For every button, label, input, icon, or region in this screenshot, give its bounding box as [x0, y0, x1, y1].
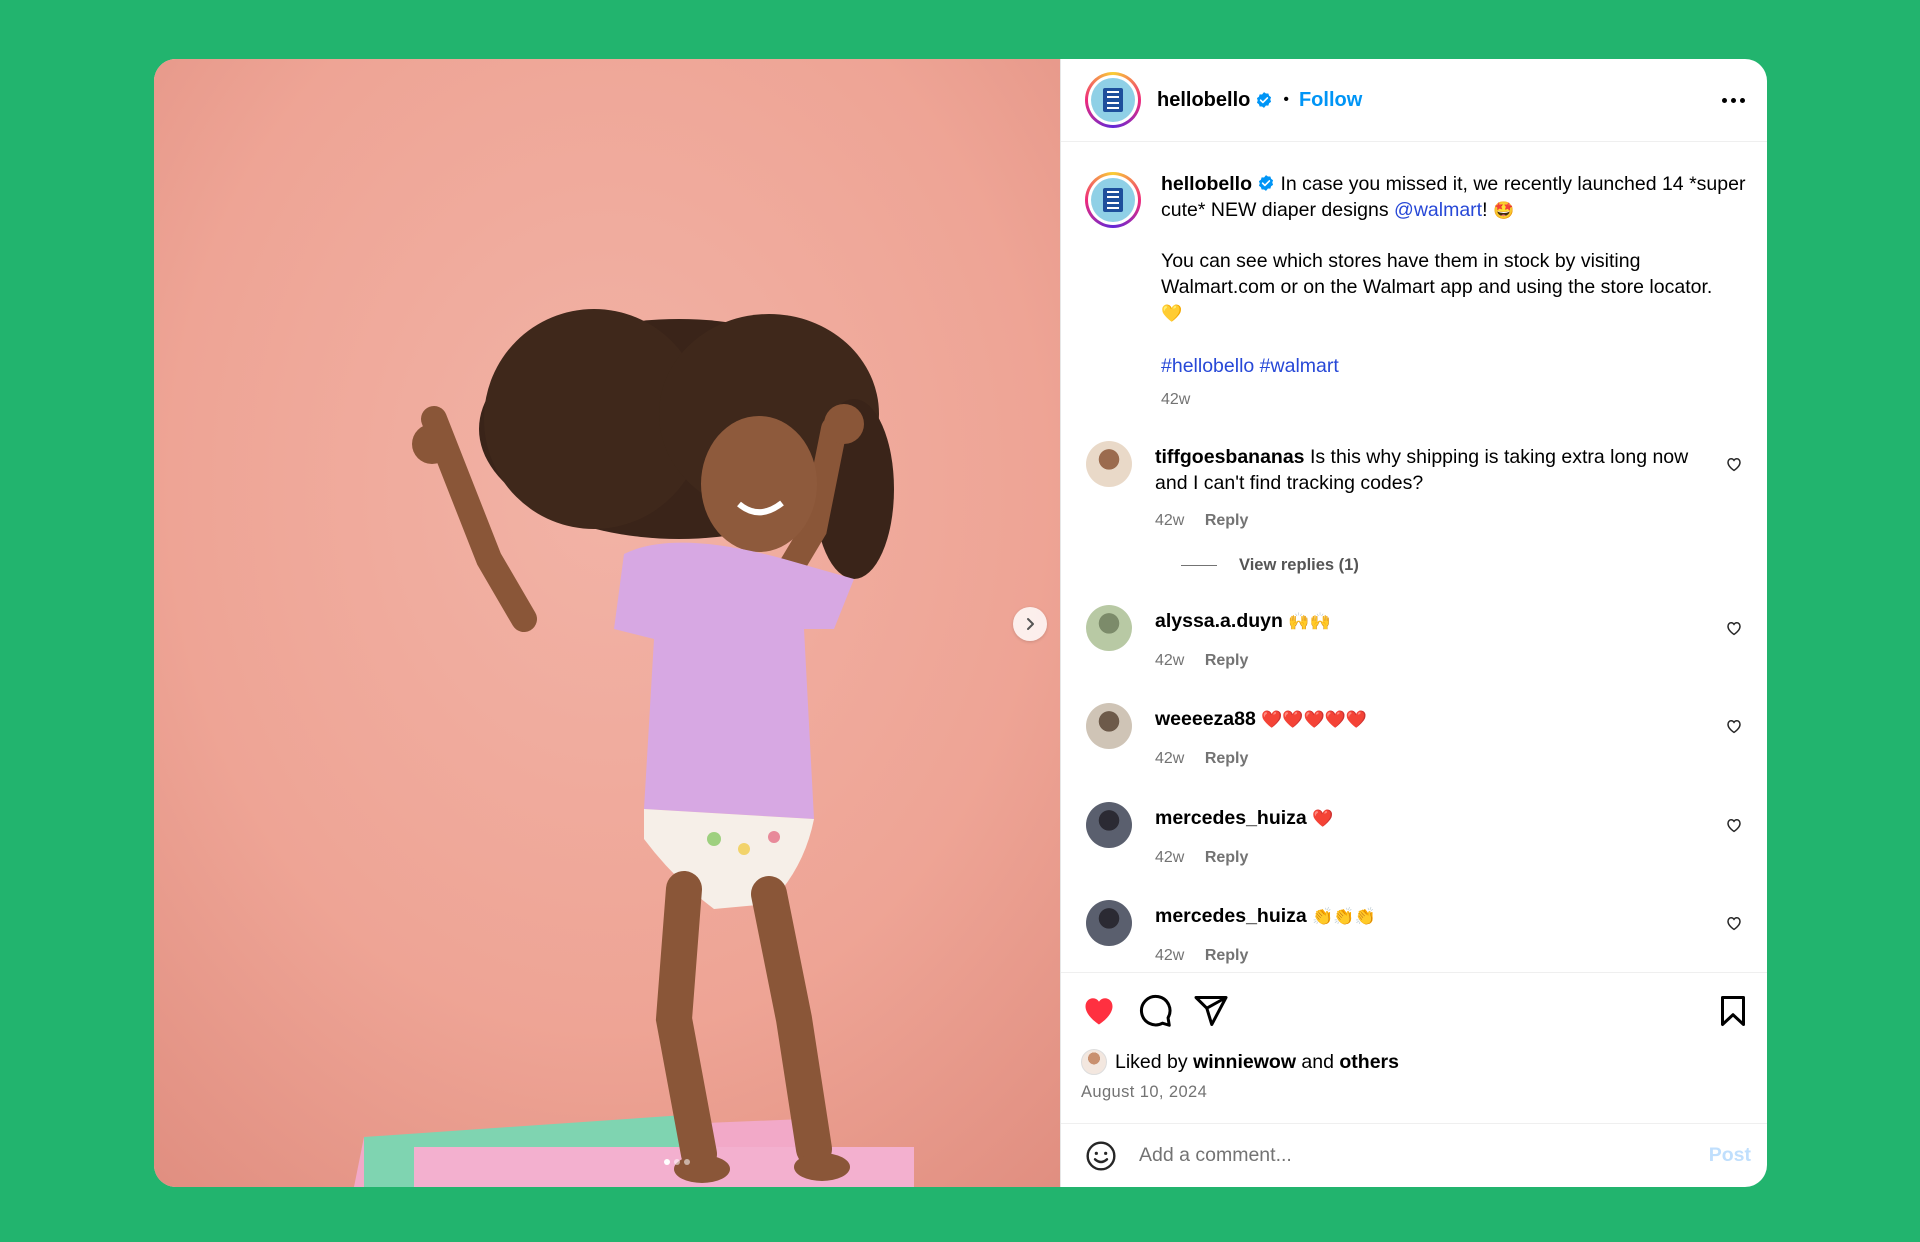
author-avatar[interactable]	[1085, 72, 1141, 128]
caption-text: !	[1482, 198, 1493, 221]
chevron-right-icon	[1027, 618, 1034, 630]
comments-list[interactable]: hellobello In case you missed it, we rec…	[1061, 142, 1767, 972]
post-comment-button[interactable]: Post	[1709, 1144, 1751, 1167]
emoji-picker-icon[interactable]	[1085, 1140, 1117, 1172]
carousel-dots	[154, 1159, 1060, 1165]
caption-username[interactable]: hellobello	[1161, 173, 1252, 195]
caption-time: 42w	[1161, 391, 1191, 409]
yellow-heart-emoji: 💛	[1161, 303, 1183, 324]
star-struck-emoji: 🤩	[1492, 200, 1515, 221]
separator: •	[1283, 91, 1289, 108]
comment-item: alyssa.a.duyn 🙌🙌 42w Reply	[1081, 605, 1751, 673]
author-username[interactable]: hellobello	[1157, 89, 1250, 112]
comment-like-icon[interactable]	[1725, 455, 1743, 473]
post-modal: hellobello • Follow hellobello In case y…	[154, 59, 1767, 1187]
comment-text: ❤️	[1312, 808, 1334, 829]
post-photo	[154, 59, 1060, 1187]
comment-time: 42w	[1155, 750, 1185, 768]
comment-username[interactable]: mercedes_huiza	[1155, 807, 1307, 829]
view-replies-label: View replies (1)	[1239, 556, 1359, 575]
reply-button[interactable]: Reply	[1205, 849, 1249, 866]
reply-button[interactable]: Reply	[1205, 750, 1249, 767]
likes-others-link[interactable]: others	[1339, 1051, 1399, 1074]
follow-button[interactable]: Follow	[1299, 89, 1362, 112]
comment-time: 42w	[1155, 848, 1185, 866]
comment-username[interactable]: mercedes_huiza	[1155, 905, 1307, 927]
comment-like-icon[interactable]	[1725, 816, 1743, 834]
bookmark-icon[interactable]	[1715, 993, 1751, 1029]
comment-username[interactable]: tiffgoesbananas	[1155, 446, 1305, 468]
reply-button[interactable]: Reply	[1205, 512, 1249, 529]
post-side-panel: hellobello • Follow hellobello In case y…	[1061, 59, 1767, 1187]
reply-button[interactable]: Reply	[1205, 947, 1249, 964]
caption-text: You can see which stores have them in st…	[1161, 250, 1713, 299]
view-replies-button[interactable]: View replies (1)	[1181, 556, 1751, 575]
more-options-icon[interactable]	[1716, 92, 1751, 109]
comment-input[interactable]	[1139, 1144, 1709, 1167]
liker-avatar[interactable]	[1081, 1049, 1107, 1075]
mention-link[interactable]: @walmart	[1394, 199, 1482, 221]
reply-button[interactable]: Reply	[1205, 652, 1249, 669]
verified-badge-icon	[1257, 92, 1272, 108]
comment-text: ❤️❤️❤️❤️❤️	[1261, 710, 1368, 731]
comment-item: mercedes_huiza 👏👏👏 42w Reply	[1081, 900, 1751, 968]
author-avatar[interactable]	[1085, 172, 1141, 228]
hellobello-logo	[1091, 78, 1135, 122]
post-actions: Liked by winniewow and others August 10,…	[1061, 972, 1767, 1123]
comment-username[interactable]: alyssa.a.duyn	[1155, 610, 1283, 632]
liked-by-prefix: Liked by	[1115, 1050, 1188, 1073]
commenter-avatar[interactable]	[1086, 440, 1132, 487]
carousel-dot[interactable]	[664, 1159, 670, 1165]
hellobello-logo	[1091, 178, 1135, 222]
comment-item: weeeeza88 ❤️❤️❤️❤️❤️ 42w Reply	[1081, 703, 1751, 771]
comment-time: 42w	[1155, 651, 1185, 669]
add-comment-bar: Post	[1061, 1123, 1767, 1187]
carousel-dot[interactable]	[684, 1159, 690, 1165]
comment-like-icon[interactable]	[1725, 914, 1743, 932]
post-header: hellobello • Follow	[1061, 59, 1767, 142]
post-caption: hellobello In case you missed it, we rec…	[1081, 142, 1751, 413]
comment-item: mercedes_huiza ❤️ 42w Reply	[1081, 801, 1751, 870]
comment-like-icon[interactable]	[1725, 717, 1743, 735]
comment-text: 🙌🙌	[1288, 612, 1331, 633]
carousel-next-button[interactable]	[1013, 607, 1047, 641]
comment-item: tiffgoesbananas Is this why shipping is …	[1081, 440, 1751, 534]
comment-time: 42w	[1155, 512, 1185, 530]
commenter-avatar[interactable]	[1086, 900, 1132, 947]
commenter-avatar[interactable]	[1086, 703, 1132, 750]
comment-like-icon[interactable]	[1725, 619, 1743, 637]
comment-icon[interactable]	[1137, 993, 1173, 1029]
comment-username[interactable]: weeeeza88	[1155, 708, 1256, 730]
likes-summary: Liked by winniewow and others	[1081, 1049, 1751, 1075]
verified-badge-icon	[1258, 175, 1274, 191]
liked-by-and: and	[1301, 1050, 1334, 1073]
commenter-avatar[interactable]	[1086, 605, 1132, 652]
post-media[interactable]	[154, 59, 1061, 1187]
comment-text: 👏👏👏	[1312, 907, 1376, 928]
post-date: August 10, 2024	[1081, 1083, 1208, 1101]
share-icon[interactable]	[1193, 993, 1229, 1029]
carousel-dot[interactable]	[674, 1159, 680, 1165]
commenter-avatar[interactable]	[1086, 801, 1132, 848]
replies-line	[1181, 565, 1217, 567]
liker-username[interactable]: winniewow	[1193, 1051, 1296, 1074]
heart-icon[interactable]	[1081, 993, 1117, 1029]
comment-time: 42w	[1155, 946, 1185, 964]
hashtag-link[interactable]: #hellobello	[1161, 355, 1254, 377]
hashtag-link[interactable]: #walmart	[1260, 355, 1339, 377]
